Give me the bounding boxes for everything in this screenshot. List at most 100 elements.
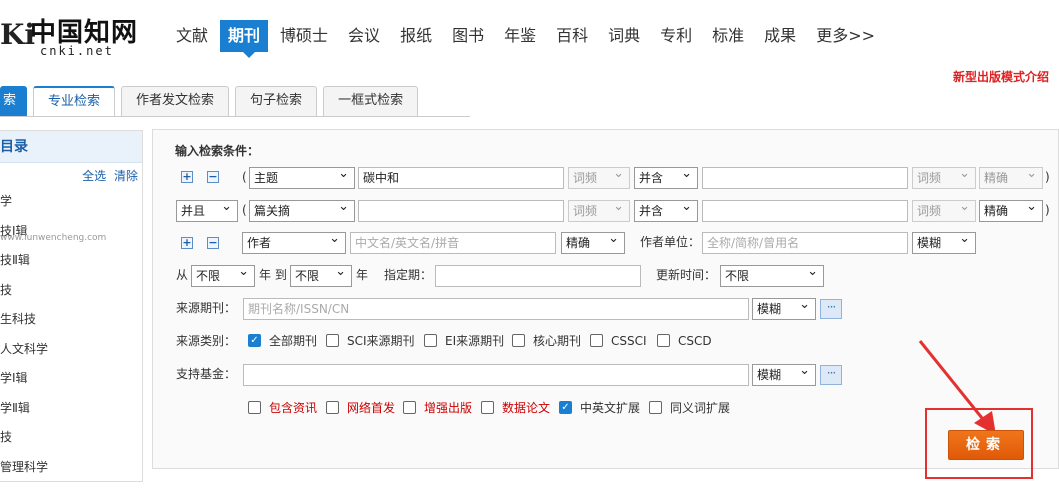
fund-match-select[interactable]: 模糊 [752,364,816,386]
tab-divider [0,116,470,117]
checkbox-all-journals[interactable]: ✓ [248,334,261,347]
nav-item-conference[interactable]: 会议 [340,20,388,52]
logo-url: cnki.net [40,44,114,58]
nav-item-more[interactable]: 更多>> [808,20,883,52]
fund-input[interactable] [243,364,749,386]
list-item[interactable]: 管理科学 [0,459,48,488]
active-nav-indicator [243,52,255,58]
nav-item-encyclopedia[interactable]: 百科 [548,20,596,52]
category-sidebar: 目录 全选 清除 学 技Ⅰ辑 技Ⅱ辑 技 生科技 人文科学 学Ⅰ辑 学Ⅱ辑 技 … [0,130,143,482]
keyword-input-2[interactable] [702,200,908,222]
specified-period-input[interactable] [435,265,641,287]
field-select[interactable]: 主题 [249,167,355,189]
clear-link[interactable]: 清除 [114,169,138,183]
tab-advanced-search[interactable]: 索 [0,86,27,116]
list-item[interactable]: 人文科学 [0,341,48,371]
cssci-label: CSSCI [611,334,647,348]
checkbox-synonym-expand[interactable] [649,401,662,414]
nav-item-newspaper[interactable]: 报纸 [392,20,440,52]
checkbox-cn-en-expand[interactable]: ✓ [559,401,572,414]
select-all-link[interactable]: 全选 [82,169,106,183]
tab-single-box-search[interactable]: 一框式检索 [323,86,418,116]
list-item[interactable]: 技 [0,429,48,459]
source-match-select[interactable]: 模糊 [752,298,816,320]
author-match-select[interactable]: 精确 [561,232,625,254]
match-select[interactable]: 精确 [979,200,1043,222]
checkbox-online-first[interactable] [326,401,339,414]
list-item[interactable]: 学Ⅰ辑 [0,370,48,400]
top-nav: 文献 期刊 博硕士 会议 报纸 图书 年鉴 百科 词典 专利 标准 成果 更多>… [168,20,887,52]
data-paper-label: 数据论文 [502,401,550,415]
specified-period-label: 指定期： [384,264,432,286]
tab-sentence-search[interactable]: 句子检索 [235,86,317,116]
combine-select[interactable]: 并含 [634,200,698,222]
add-author-icon[interactable]: + [181,237,193,249]
list-item[interactable]: 技Ⅱ辑 [0,252,48,282]
condition-label: 输入检索条件： [175,142,259,159]
fund-picker-button[interactable]: ··· [820,365,842,385]
sidebar-tools: 全选 清除 [78,167,138,184]
list-item[interactable]: 生科技 [0,311,48,341]
tab-professional-search[interactable]: 专业检索 [33,86,115,116]
search-button[interactable]: 检索 [948,430,1024,460]
ei-label: EI来源期刊 [445,334,504,348]
enhanced-label: 增强出版 [424,401,472,415]
nav-item-yearbook[interactable]: 年鉴 [496,20,544,52]
author-field-select[interactable]: 作者 [242,232,346,254]
watermark-text: www.lunwencheng.com [0,233,106,243]
combine-select[interactable]: 并含 [634,167,698,189]
nav-item-standard[interactable]: 标准 [704,20,752,52]
list-item[interactable]: 技 [0,282,48,312]
close-paren: ) [1045,166,1050,188]
checkbox-core[interactable] [512,334,525,347]
remove-row-icon[interactable]: − [207,171,219,183]
open-paren: ( [242,199,247,221]
list-item[interactable]: 学 [0,193,48,223]
new-publishing-intro-link[interactable]: 新型出版模式介绍 [953,68,1049,85]
checkbox-ei[interactable] [424,334,437,347]
keyword-input-2[interactable] [702,167,908,189]
update-time-label: 更新时间： [656,264,716,286]
search-mode-tabs: 索 专业检索 作者发文检索 句子检索 一框式检索 [0,86,424,117]
nav-item-books[interactable]: 图书 [444,20,492,52]
frequency-select-2[interactable]: 词频 [912,200,976,222]
checkbox-cssci[interactable] [590,334,603,347]
close-paren: ) [1045,199,1050,221]
sidebar-title: 目录 [0,131,142,163]
author-unit-label: 作者单位： [640,231,700,253]
checkbox-enhanced[interactable] [403,401,416,414]
nav-item-patent[interactable]: 专利 [652,20,700,52]
nav-item-journals[interactable]: 期刊 [220,20,268,52]
logic-select[interactable]: 并且 [176,200,238,222]
author-input[interactable]: 中文名/英文名/拼音 [350,232,556,254]
from-year-select[interactable]: 不限 [191,265,255,287]
checkbox-include-news[interactable] [248,401,261,414]
update-time-select[interactable]: 不限 [720,265,824,287]
nav-item-dictionary[interactable]: 词典 [600,20,648,52]
nav-item-literature[interactable]: 文献 [168,20,216,52]
add-row-icon[interactable]: + [181,171,193,183]
checkbox-sci[interactable] [326,334,339,347]
checkbox-cscd[interactable] [657,334,670,347]
match-select[interactable]: 精确 [979,167,1043,189]
list-item[interactable]: 学Ⅱ辑 [0,400,48,430]
tab-author-search[interactable]: 作者发文检索 [121,86,229,116]
nav-item-achievement[interactable]: 成果 [756,20,804,52]
cnki-logo[interactable]: Ki 中国知网 cnki.net [0,6,150,56]
checkbox-data-paper[interactable] [481,401,494,414]
author-unit-input[interactable]: 全称/简称/曾用名 [702,232,908,254]
unit-match-select[interactable]: 模糊 [912,232,976,254]
online-first-label: 网络首发 [347,401,395,415]
field-select[interactable]: 篇关摘 [249,200,355,222]
to-year-select[interactable]: 不限 [290,265,352,287]
keyword-input[interactable] [358,200,564,222]
source-journal-label: 来源期刊： [176,297,236,319]
source-journal-input[interactable]: 期刊名称/ISSN/CN [243,298,749,320]
journal-picker-button[interactable]: ··· [820,299,842,319]
keyword-input[interactable]: 碳中和 [358,167,564,189]
remove-author-icon[interactable]: − [207,237,219,249]
nav-item-theses[interactable]: 博硕士 [272,20,336,52]
frequency-select-2[interactable]: 词频 [912,167,976,189]
frequency-select[interactable]: 词频 [568,200,630,222]
frequency-select[interactable]: 词频 [568,167,630,189]
